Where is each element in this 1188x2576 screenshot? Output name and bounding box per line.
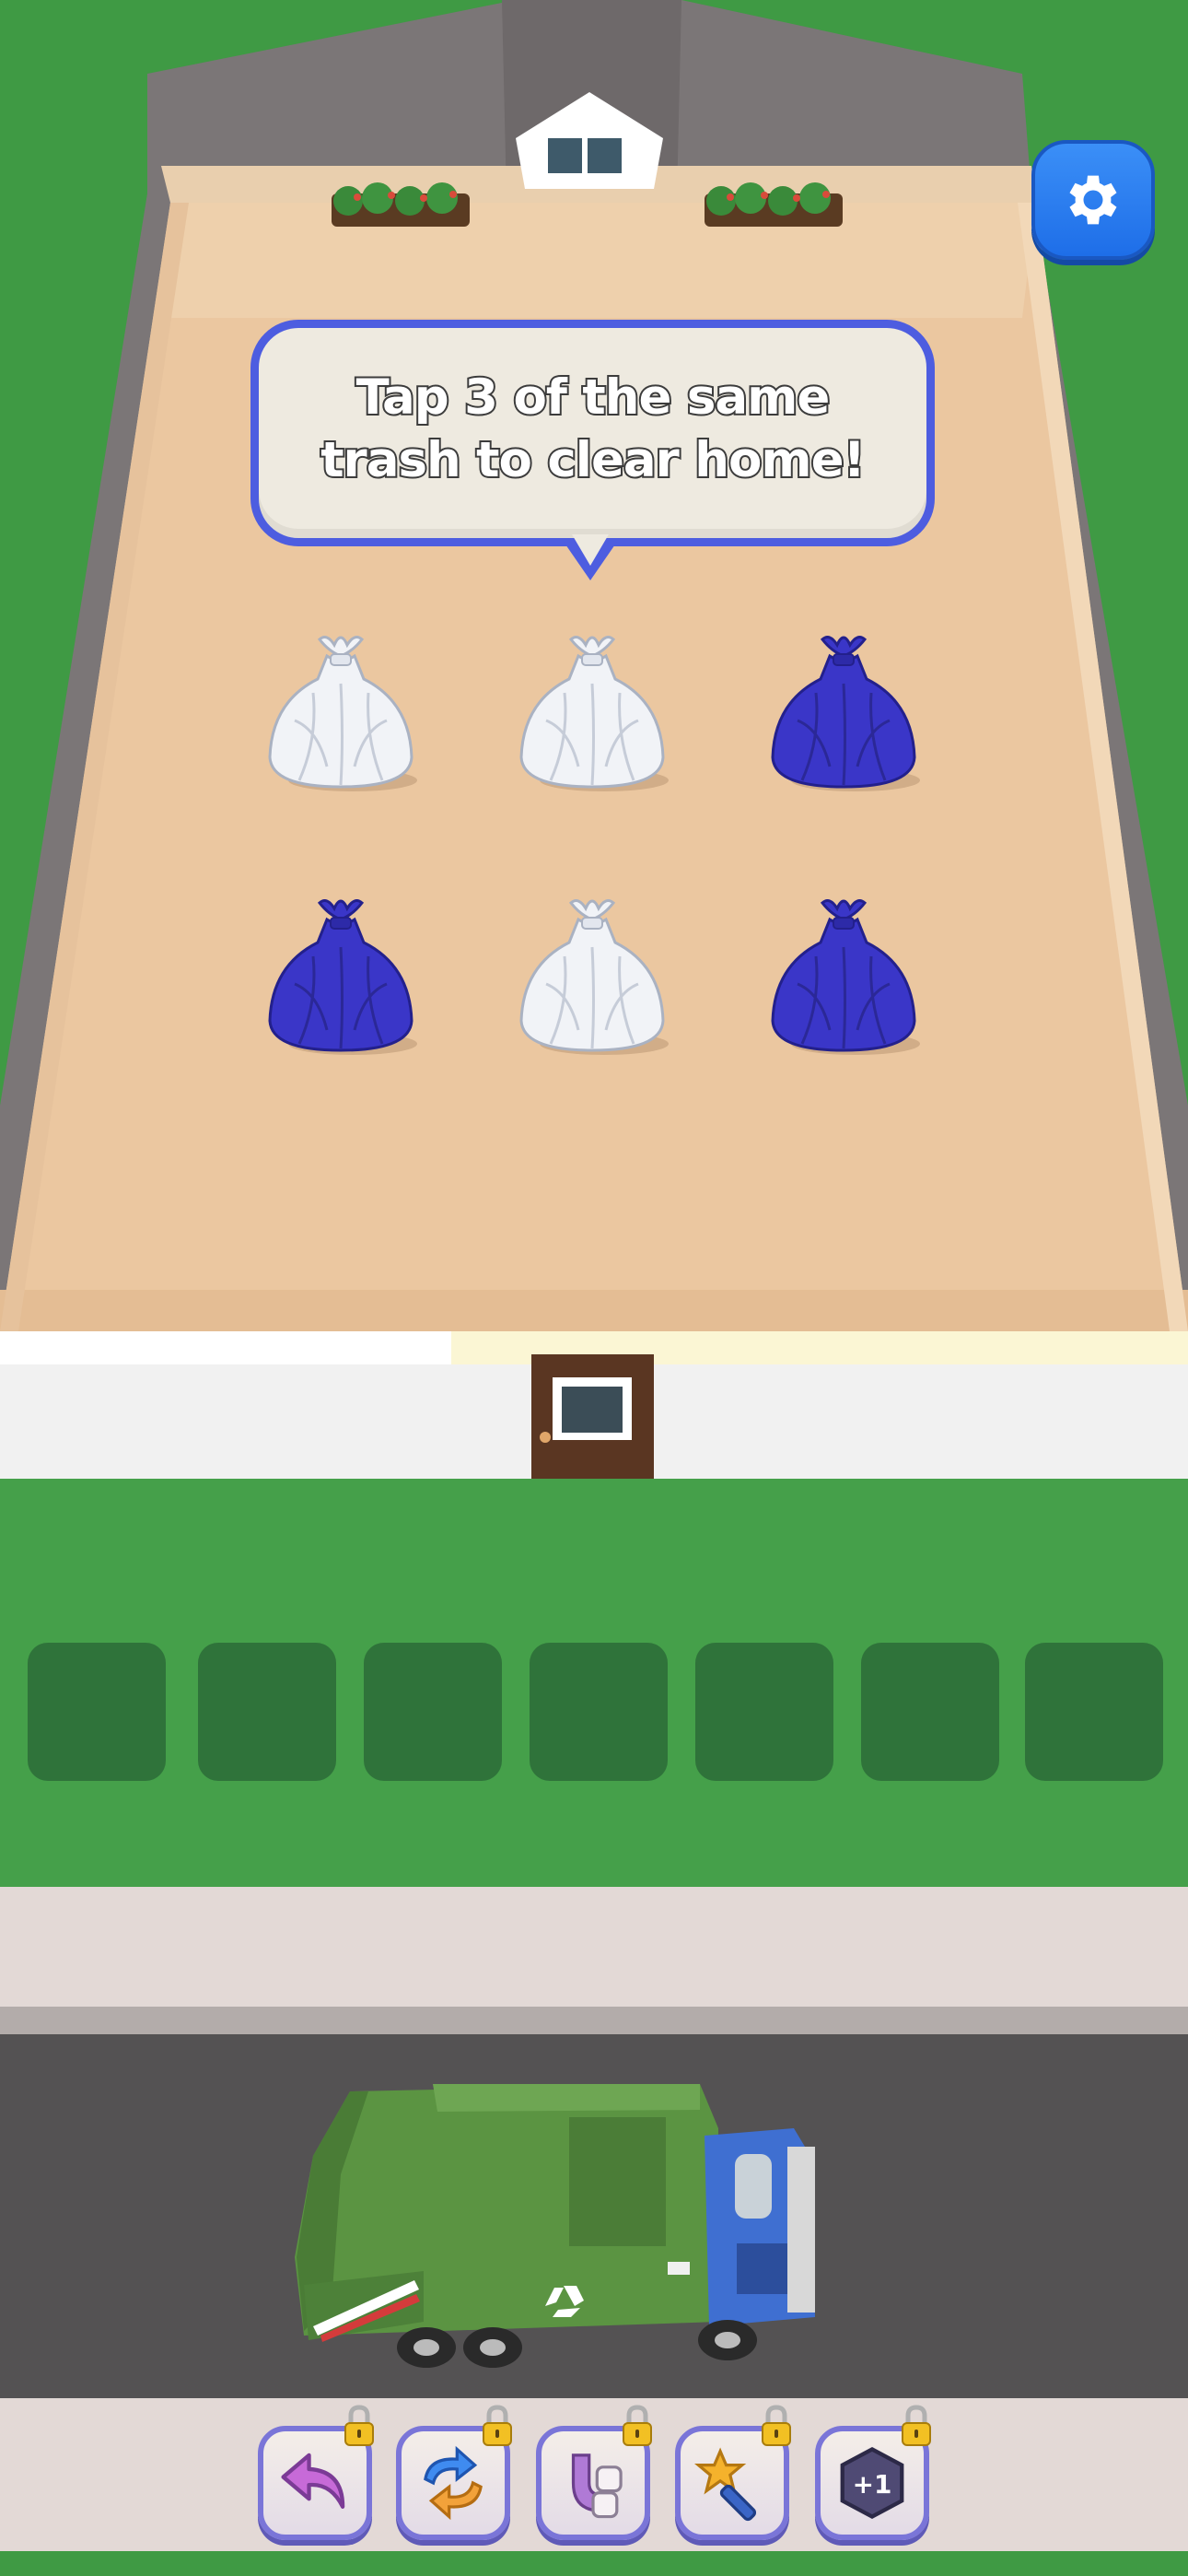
plus-one-label: +1: [853, 2469, 892, 2500]
collection-slot: [861, 1643, 999, 1781]
blue-trash-bag[interactable]: [765, 628, 922, 794]
front-door: [531, 1354, 654, 1481]
hexagon-icon: +1: [840, 2447, 904, 2519]
shuffle-icon: [424, 2445, 483, 2521]
bubble-tail: [564, 534, 617, 580]
white-trash-bag[interactable]: [514, 628, 670, 794]
blue-trash-bag[interactable]: [765, 892, 922, 1058]
lock-icon: [483, 2405, 512, 2446]
lock-icon: [902, 2405, 931, 2446]
undo-arrow-icon: [281, 2453, 345, 2509]
white-trash-bag[interactable]: [514, 892, 670, 1058]
lock-icon: [762, 2405, 791, 2446]
tutorial-text: Tap 3 of the same trash to clear home!: [258, 367, 927, 492]
collection-slot: [1025, 1643, 1163, 1781]
blue-trash-bag[interactable]: [262, 892, 419, 1058]
magic-wand-icon: [693, 2447, 757, 2522]
lock-icon: [344, 2405, 374, 2446]
collection-slot: [530, 1643, 668, 1781]
collection-slot: [364, 1643, 502, 1781]
lock-icon: [623, 2405, 652, 2446]
collection-slot: [198, 1643, 336, 1781]
gear-icon: [1069, 175, 1117, 225]
tutorial-line-2: trash to clear home!: [319, 430, 868, 490]
settings-button[interactable]: [1031, 140, 1155, 260]
collection-slot: [28, 1643, 166, 1781]
sidewalk: [0, 1887, 1188, 2007]
magnet-icon: [571, 2453, 623, 2519]
tutorial-line-1: Tap 3 of the same: [355, 368, 833, 427]
collection-slot: [695, 1643, 833, 1781]
white-trash-bag[interactable]: [262, 628, 419, 794]
